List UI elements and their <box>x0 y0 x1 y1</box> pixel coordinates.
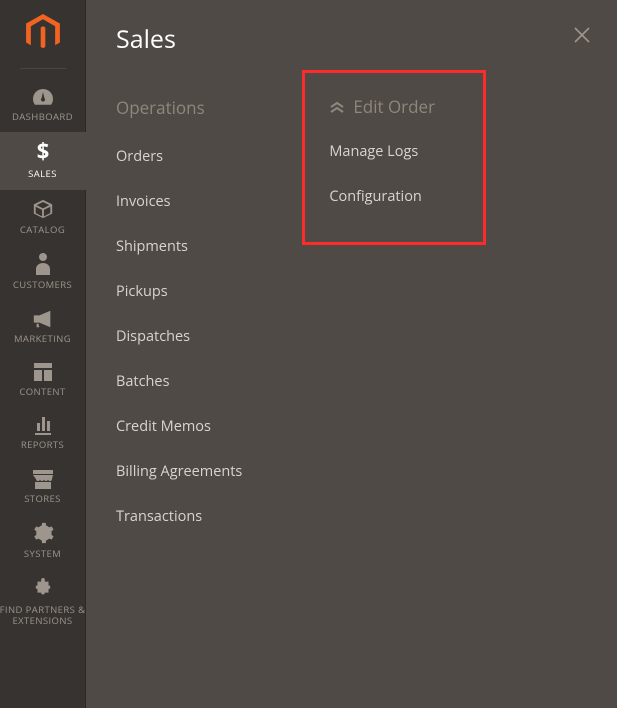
menu-item-manage-logs[interactable]: Manage Logs <box>329 142 459 161</box>
close-button[interactable] <box>573 26 591 44</box>
sidebar-item-reports[interactable]: REPORTS <box>0 407 86 460</box>
highlight-box: Edit Order Manage Logs Configuration <box>302 70 486 245</box>
panel-title: Sales <box>116 22 587 56</box>
svg-text:$: $ <box>36 140 49 164</box>
sidebar-label: DASHBOARD <box>12 111 73 122</box>
sidebar-label: REPORTS <box>21 439 64 450</box>
sidebar-item-marketing[interactable]: MARKETING <box>0 301 86 354</box>
menu-item-shipments[interactable]: Shipments <box>116 237 242 256</box>
menu-item-credit-memos[interactable]: Credit Memos <box>116 417 242 436</box>
puzzle-icon <box>32 578 54 600</box>
megaphone-icon <box>32 309 54 329</box>
sidebar-item-customers[interactable]: CUSTOMERS <box>0 245 86 300</box>
section-edit-order: Edit Order Manage Logs Configuration <box>302 96 486 552</box>
sidebar-label: CONTENT <box>19 386 65 397</box>
menu-item-batches[interactable]: Batches <box>116 372 242 391</box>
box-icon <box>32 198 54 220</box>
section-heading: Edit Order <box>329 95 459 118</box>
chevrons-up-icon <box>329 100 345 114</box>
section-heading: Operations <box>116 96 242 119</box>
menu-item-pickups[interactable]: Pickups <box>116 282 242 301</box>
menu-item-invoices[interactable]: Invoices <box>116 192 242 211</box>
sidebar-label: FIND PARTNERS & EXTENSIONS <box>0 604 86 627</box>
sidebar-item-content[interactable]: CONTENT <box>0 354 86 407</box>
menu-item-orders[interactable]: Orders <box>116 147 242 166</box>
sidebar-label: SALES <box>28 168 57 179</box>
menu-item-configuration[interactable]: Configuration <box>329 187 459 206</box>
sidebar-label: SYSTEM <box>24 548 61 559</box>
sidebar-item-dashboard[interactable]: DASHBOARD <box>0 79 86 132</box>
section-heading-text: Edit Order <box>353 95 435 118</box>
menu-item-billing-agreements[interactable]: Billing Agreements <box>116 462 242 481</box>
menu-item-dispatches[interactable]: Dispatches <box>116 327 242 346</box>
menu-item-transactions[interactable]: Transactions <box>116 507 242 526</box>
sidebar-label: STORES <box>24 493 61 504</box>
sidebar-item-find-partners[interactable]: FIND PARTNERS & EXTENSIONS <box>0 570 86 637</box>
sidebar-item-system[interactable]: SYSTEM <box>0 514 86 569</box>
person-icon <box>34 253 52 275</box>
divider <box>20 68 66 69</box>
sidebar-label: CUSTOMERS <box>13 279 72 290</box>
layout-icon <box>33 362 53 382</box>
bars-icon <box>33 415 53 435</box>
store-icon <box>32 469 54 489</box>
admin-sidebar: DASHBOARD $ SALES CATALOG CUSTOMERS MARK… <box>0 0 86 708</box>
sidebar-item-catalog[interactable]: CATALOG <box>0 190 86 245</box>
magento-logo-icon[interactable] <box>23 12 63 54</box>
section-operations: Operations Orders Invoices Shipments Pic… <box>116 96 242 552</box>
sidebar-label: MARKETING <box>14 333 71 344</box>
gear-icon <box>32 522 54 544</box>
flyout-panel: Sales Operations Orders Invoices Shipmen… <box>86 0 617 708</box>
dollar-icon: $ <box>33 140 53 164</box>
sidebar-item-stores[interactable]: STORES <box>0 461 86 514</box>
gauge-icon <box>31 87 55 107</box>
sidebar-item-sales[interactable]: $ SALES <box>0 132 86 189</box>
sidebar-label: CATALOG <box>20 224 65 235</box>
